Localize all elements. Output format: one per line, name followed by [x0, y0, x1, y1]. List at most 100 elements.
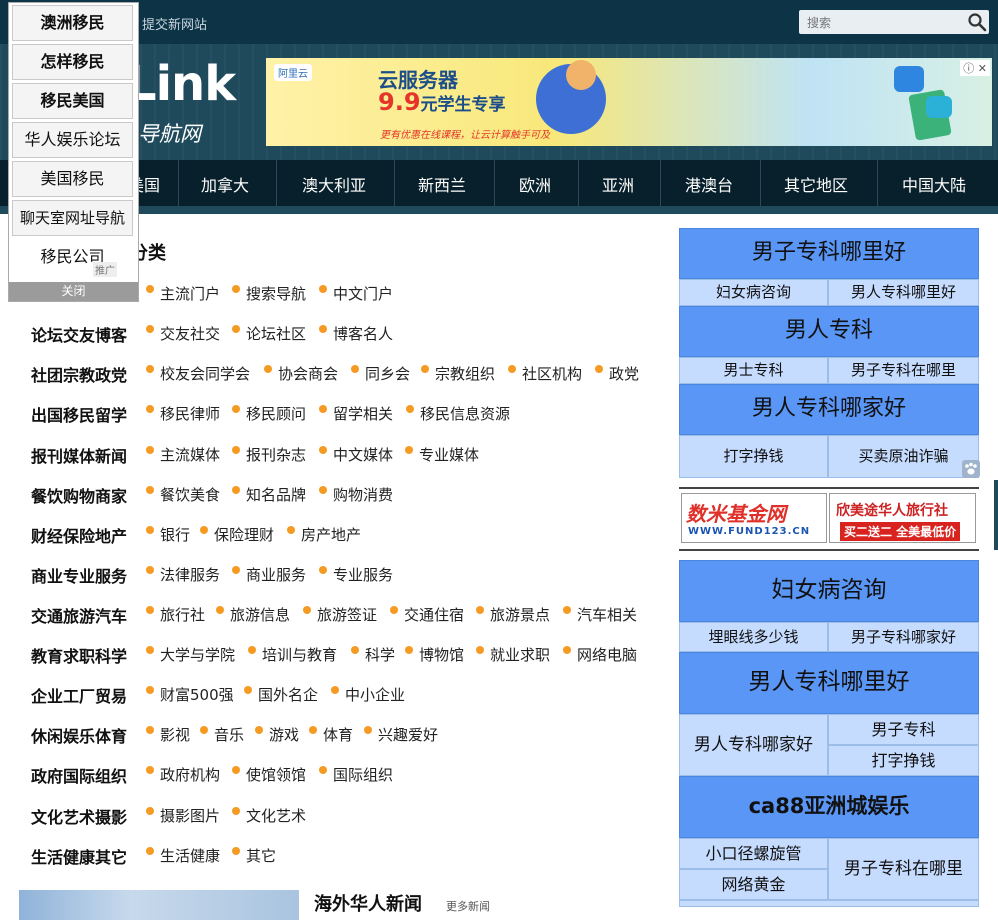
popup-link[interactable]: 移民美国	[12, 83, 133, 119]
category-link[interactable]: 社区机构	[507, 363, 582, 384]
category-link[interactable]: 交友社交	[145, 323, 220, 344]
category-link[interactable]: 论坛社区	[231, 323, 306, 344]
category-label[interactable]: 论坛交友博客	[31, 322, 127, 346]
category-link[interactable]: 中文媒体	[318, 444, 393, 465]
site-logo[interactable]: Link	[126, 56, 236, 112]
category-link[interactable]: 餐饮美食	[145, 484, 220, 505]
category-link[interactable]: 保险理财	[199, 524, 274, 545]
category-label[interactable]: 生活健康其它	[31, 844, 127, 868]
popup-link[interactable]: 美国移民	[12, 161, 133, 197]
category-link[interactable]: 移民信息资源	[405, 403, 510, 424]
category-link[interactable]: 游戏	[254, 724, 299, 745]
sidebar-ad-heading[interactable]: 男人专科哪里好	[679, 652, 979, 714]
category-link[interactable]: 法律服务	[145, 564, 220, 585]
sidebar-ad-link[interactable]: 小口径螺旋管	[679, 838, 828, 869]
category-link[interactable]: 博物馆	[404, 644, 464, 665]
ad-banner[interactable]: 阿里云 云服务器 9.9元学生专享 更有优惠在线课程，让云计算触手可及 ⓘ ✕	[266, 58, 992, 146]
category-link[interactable]: 音乐	[199, 724, 244, 745]
sidebar-ad-link[interactable]: 男人专科哪里好	[828, 279, 979, 306]
category-link[interactable]: 国外名企	[243, 684, 318, 705]
category-label[interactable]: 出国移民留学	[31, 402, 127, 426]
category-link[interactable]: 就业求职	[475, 644, 550, 665]
sidebar-ad-link[interactable]: 男子专科在哪里	[828, 357, 979, 384]
category-link[interactable]: 银行	[145, 524, 190, 545]
news-more-link[interactable]: 更多新闻	[446, 898, 490, 914]
nav-item-other-regions[interactable]: 其它地区	[784, 172, 848, 196]
sidebar-ad-link[interactable]: 打字挣钱	[679, 435, 828, 478]
popup-close-button[interactable]: 关闭	[9, 282, 138, 301]
sidebar-ad-link[interactable]: 买卖原油诈骗	[828, 435, 979, 478]
fund-ad-banner[interactable]: 数米基金网 WWW.FUND123.CN	[681, 493, 827, 543]
news-thumbnail[interactable]	[19, 890, 299, 920]
category-label[interactable]: 报刊媒体新闻	[31, 443, 127, 467]
category-link[interactable]: 知名品牌	[231, 484, 306, 505]
category-link[interactable]: 校友会同学会	[145, 363, 250, 384]
nav-item-hk-macau-taiwan[interactable]: 港澳台	[685, 172, 733, 196]
category-link[interactable]: 协会商会	[263, 363, 338, 384]
category-link[interactable]: 中小企业	[330, 684, 405, 705]
category-link[interactable]: 财富500强	[146, 684, 234, 705]
category-label[interactable]: 餐饮购物商家	[31, 483, 127, 507]
sidebar-ad-link[interactable]: 打字挣钱	[828, 745, 979, 776]
category-link[interactable]: 兴趣爱好	[363, 724, 438, 745]
sidebar-ad-heading[interactable]: 男子专科哪里好	[679, 228, 979, 279]
category-link[interactable]: 培训与教育	[247, 644, 337, 665]
nav-item-asia[interactable]: 亚洲	[602, 172, 634, 196]
category-link[interactable]: 交通住宿	[389, 604, 464, 625]
category-link[interactable]: 房产地产	[286, 524, 361, 545]
popup-link[interactable]: 怎样移民	[12, 44, 133, 80]
category-link[interactable]: 主流媒体	[145, 444, 220, 465]
sidebar-ad-link[interactable]: 网络黄金	[679, 869, 828, 900]
category-link[interactable]: 旅游景点	[475, 604, 550, 625]
category-link[interactable]: 国际组织	[318, 764, 393, 785]
sidebar-ad-heading[interactable]: 妇女病咨询	[679, 560, 979, 622]
popup-link[interactable]: 聊天室网址导航	[12, 200, 133, 236]
category-link[interactable]: 摄影图片	[145, 805, 220, 826]
sidebar-ad-heading[interactable]: 男人专科哪家好	[679, 384, 979, 435]
category-link[interactable]: 博客名人	[318, 323, 393, 344]
nav-item-new-zealand[interactable]: 新西兰	[418, 172, 466, 196]
sidebar-ad-link[interactable]: 男子专科在哪里	[828, 838, 979, 900]
category-link[interactable]: 生活健康	[145, 845, 220, 866]
category-link[interactable]: 专业服务	[318, 564, 393, 585]
banner-close-icon[interactable]: ⓘ ✕	[960, 60, 990, 76]
nav-item-mainland-china[interactable]: 中国大陆	[902, 172, 966, 196]
category-link[interactable]: 移民律师	[145, 403, 220, 424]
sidebar-ad-link[interactable]: 男士专科	[679, 357, 828, 384]
sidebar-ad-heading[interactable]: 男人专科	[679, 306, 979, 357]
category-link[interactable]: 旅行社	[145, 604, 205, 625]
category-link[interactable]: 商业服务	[231, 564, 306, 585]
nav-item-europe[interactable]: 欧洲	[519, 172, 551, 196]
nav-item-canada[interactable]: 加拿大	[201, 172, 249, 196]
category-link[interactable]: 大学与学院	[145, 644, 235, 665]
category-link[interactable]: 使馆领馆	[231, 764, 306, 785]
nav-item-australia[interactable]: 澳大利亚	[302, 172, 366, 196]
category-label[interactable]: 交通旅游汽车	[31, 603, 127, 627]
category-link[interactable]: 宗教组织	[420, 363, 495, 384]
category-link[interactable]: 同乡会	[350, 363, 410, 384]
category-label[interactable]: 政府国际组织	[31, 763, 127, 787]
category-link[interactable]: 移民顾问	[231, 403, 306, 424]
sidebar-ad-link[interactable]: 妇女病咨询	[679, 279, 828, 306]
paw-icon[interactable]	[962, 460, 980, 478]
category-link[interactable]: 网络电脑	[562, 644, 637, 665]
category-link[interactable]: 旅游签证	[302, 604, 377, 625]
category-link[interactable]: 汽车相关	[562, 604, 637, 625]
category-label[interactable]: 商业专业服务	[31, 563, 127, 587]
category-link[interactable]: 政党	[594, 363, 639, 384]
category-link[interactable]: 体育	[308, 724, 353, 745]
category-label[interactable]: 文化艺术摄影	[31, 804, 127, 828]
category-link[interactable]: 主流门户	[145, 283, 220, 304]
popup-link[interactable]: 澳洲移民	[12, 5, 133, 41]
category-link[interactable]: 留学相关	[318, 403, 393, 424]
category-link[interactable]: 专业媒体	[404, 444, 479, 465]
submit-site-link[interactable]: 提交新网站	[142, 14, 207, 33]
category-link[interactable]: 科学	[350, 644, 395, 665]
category-label[interactable]: 休闲娱乐体育	[31, 723, 127, 747]
category-link[interactable]: 搜索导航	[231, 283, 306, 304]
category-link[interactable]: 影视	[145, 724, 190, 745]
category-label[interactable]: 财经保险地产	[31, 523, 127, 547]
popup-link[interactable]: 华人娱乐论坛	[12, 122, 133, 158]
category-link[interactable]: 报刊杂志	[231, 444, 306, 465]
search-input[interactable]	[805, 13, 959, 33]
